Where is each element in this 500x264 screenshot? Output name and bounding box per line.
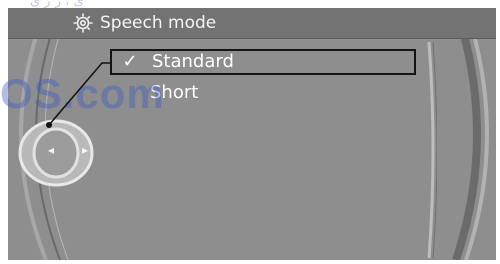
- gear-icon: [72, 12, 94, 34]
- page-title: Speech mode: [100, 13, 217, 33]
- watermark-logo: OS.com: [0, 70, 165, 117]
- left-arrow-icon: ◂: [48, 143, 55, 157]
- idrive-controller-icon: ◂ ▸: [18, 118, 108, 188]
- title-bar: Speech mode: [8, 8, 496, 39]
- watermark-top: ی ، ر ر ی: [30, 0, 84, 9]
- scrollbar[interactable]: [427, 41, 438, 259]
- right-arrow-icon: ▸: [82, 143, 89, 157]
- stage: Speech mode ✓ Standard Short ی ، ر ر ی O…: [0, 0, 500, 264]
